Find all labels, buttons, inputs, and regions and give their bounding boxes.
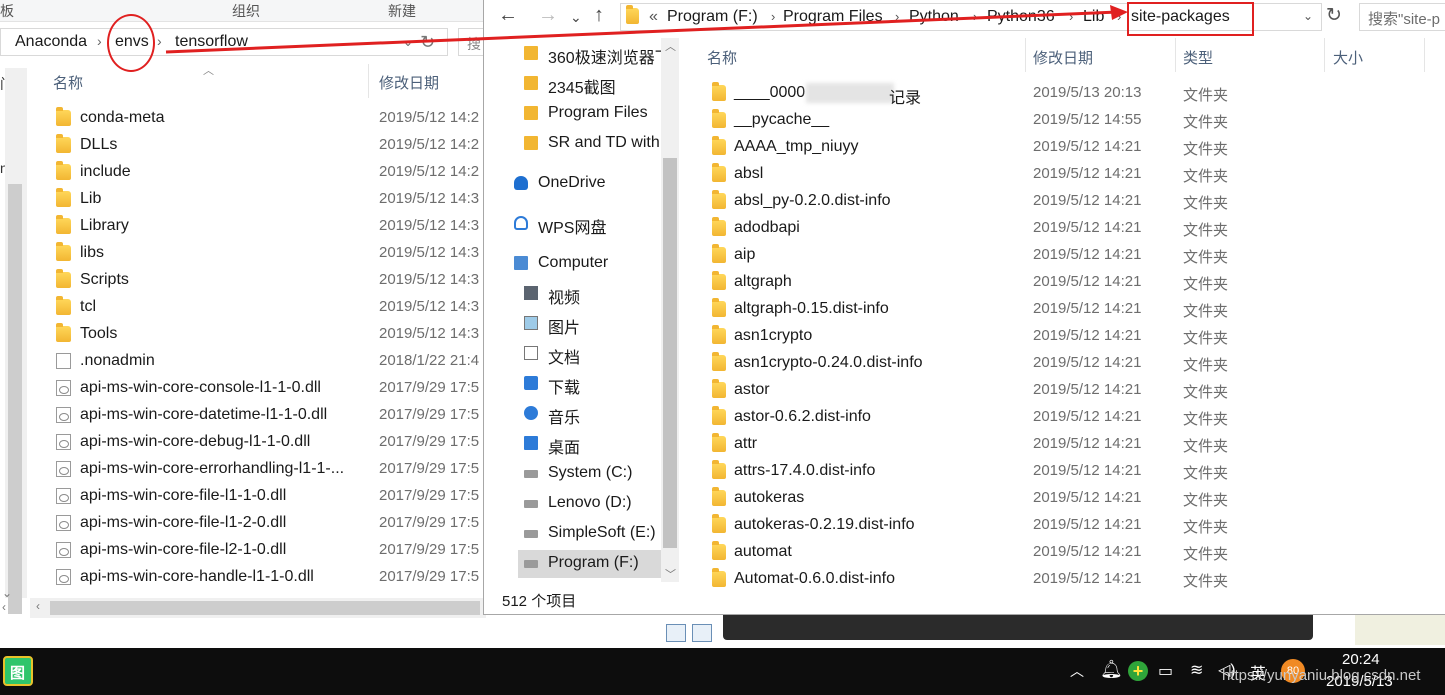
annotation-arrow-head <box>1110 5 1128 20</box>
large-icons-view-icon[interactable] <box>692 624 712 642</box>
watermark: https://yunyaniu.blog.csdn.net <box>1222 667 1421 684</box>
wifi-icon[interactable]: ≋ <box>1190 660 1203 680</box>
battery-icon[interactable]: ▭ <box>1158 661 1173 681</box>
clock-time[interactable]: 20:24 <box>1342 651 1380 668</box>
plus-icon[interactable]: + <box>1128 661 1148 681</box>
background-desktop-strip <box>1355 615 1445 645</box>
notification-bell-icon[interactable]: 🔔︎ <box>1100 659 1123 680</box>
app-icon[interactable]: 图 <box>3 656 33 686</box>
annotation-arrow <box>165 5 1128 54</box>
background-window-strip <box>723 615 1313 640</box>
view-toggle <box>662 622 722 644</box>
annotation-arrow-line <box>165 10 1119 54</box>
details-view-icon[interactable] <box>666 624 686 642</box>
chevron-up-icon[interactable]: ︿ <box>1070 661 1084 681</box>
app-glyph: 图 <box>10 665 26 682</box>
